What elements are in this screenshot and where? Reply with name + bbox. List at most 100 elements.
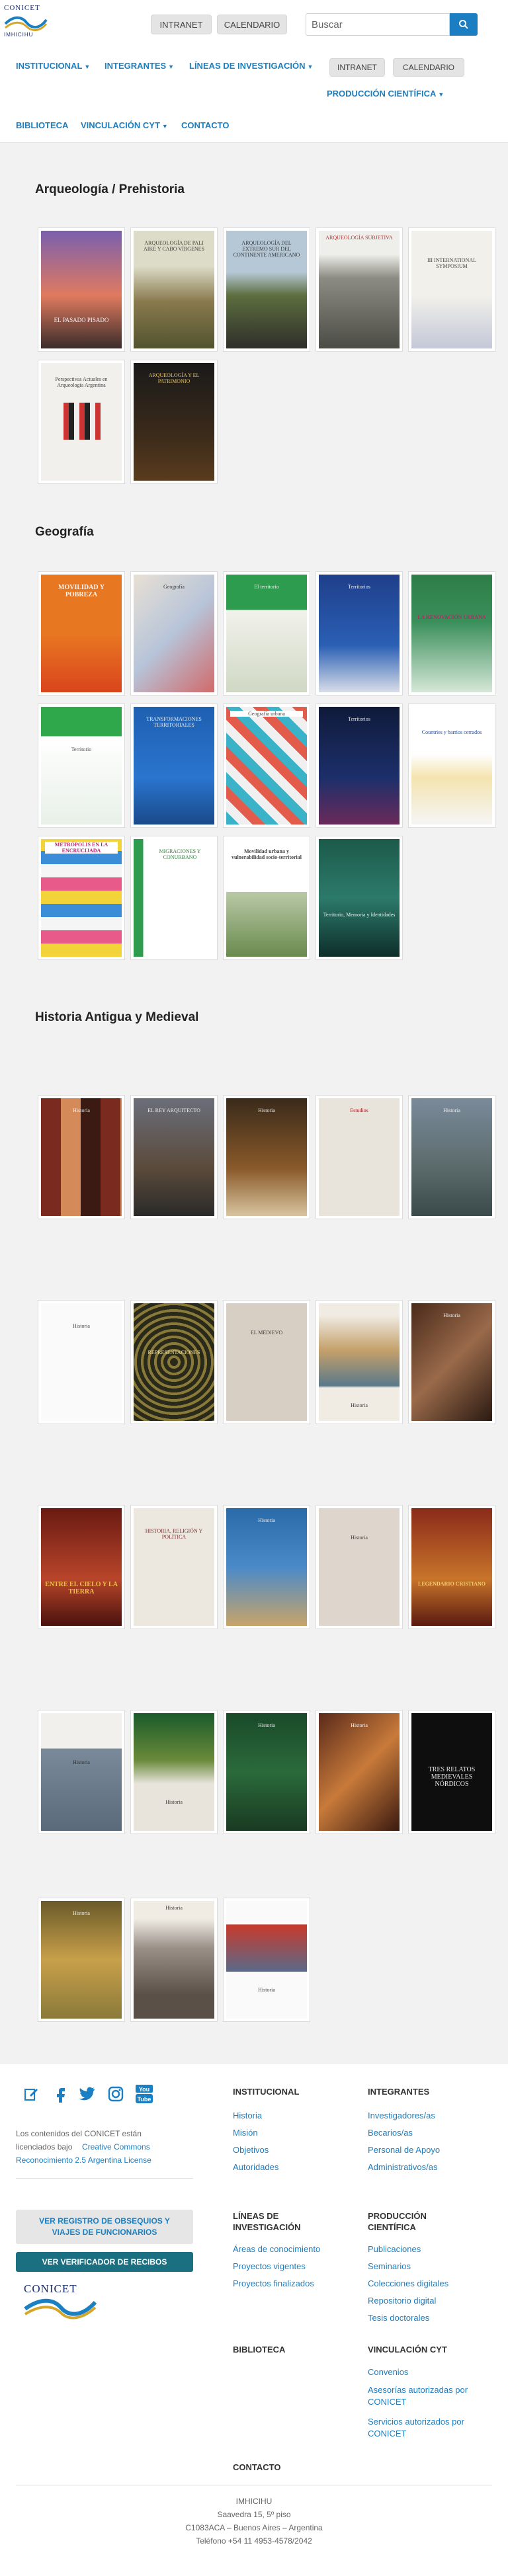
nav-intranet-button[interactable]: INTRANET: [329, 58, 385, 77]
book-card[interactable]: Movilidad urbana y vulnerabilidad socio-…: [223, 836, 310, 960]
footer-heading-contacto[interactable]: CONTACTO: [233, 2462, 280, 2472]
nav-calendario-button[interactable]: CALENDARIO: [393, 58, 464, 77]
footer-link-autoridades[interactable]: Autoridades: [233, 2162, 278, 2172]
book-card[interactable]: ARQUEOLOGÍA Y EL PATRIMONIO: [130, 360, 218, 484]
book-card[interactable]: Historia: [38, 1710, 125, 1834]
search-input[interactable]: Buscar: [306, 13, 450, 36]
book-card[interactable]: Historia: [223, 1898, 310, 2022]
nav-biblioteca[interactable]: BIBLIOTECA: [16, 120, 68, 130]
book-title: Historia: [443, 1107, 460, 1113]
footer-link-colecciones[interactable]: Colecciones digitales: [368, 2278, 448, 2288]
book-card[interactable]: REPRESENTACIONES: [130, 1300, 218, 1424]
verificador-recibos-button[interactable]: VER VERIFICADOR DE RECIBOS: [16, 2252, 193, 2272]
book-card[interactable]: Historia: [38, 1095, 125, 1219]
book-card[interactable]: EL PASADO PISADO: [38, 227, 125, 352]
book-card[interactable]: LA RENOVACIÓN URBANA: [408, 571, 495, 696]
book-card[interactable]: Historia: [38, 1300, 125, 1424]
conicet-logo[interactable]: CONICET IMHICIHU: [4, 4, 48, 44]
intranet-button[interactable]: INTRANET: [151, 15, 212, 34]
book-card[interactable]: Historia: [316, 1505, 403, 1629]
book-card[interactable]: ARQUEOLOGÍA SUBJETIVA: [316, 227, 403, 352]
book-card[interactable]: ARQUEOLOGÍA DEL EXTREMO SUR DEL CONTINEN…: [223, 227, 310, 352]
book-card[interactable]: MIGRACIONES Y CONURBANO: [130, 836, 218, 960]
footer-link-mision[interactable]: Misión: [233, 2128, 258, 2138]
footer-link-proyectos-finalizados[interactable]: Proyectos finalizados: [233, 2278, 314, 2288]
footer-link-publicaciones[interactable]: Publicaciones: [368, 2244, 421, 2254]
search-icon: [459, 20, 468, 29]
nav-lineas[interactable]: LÍNEAS DE INVESTIGACIÓN ▼: [189, 61, 313, 71]
book-card[interactable]: Territorio, Memoria y Identidades: [316, 836, 403, 960]
book-card[interactable]: HISTORIA, RELIGIÓN Y POLÍTICA: [130, 1505, 218, 1629]
book-card[interactable]: Historia: [223, 1505, 310, 1629]
book-card[interactable]: Historia: [130, 1710, 218, 1834]
footer-link-repositorio[interactable]: Repositorio digital: [368, 2296, 436, 2306]
footer-conicet-logo[interactable]: CONICET: [24, 2282, 97, 2319]
nav-integrantes[interactable]: INTEGRANTES ▼: [105, 61, 174, 71]
footer-link-areas[interactable]: Áreas de conocimiento: [233, 2244, 320, 2254]
footer-link-personal[interactable]: Personal de Apoyo: [368, 2145, 440, 2155]
book-card[interactable]: TRES RELATOS MEDIEVALES NÓRDICOS: [408, 1710, 495, 1834]
book-card[interactable]: EL MEDIEVO: [223, 1300, 310, 1424]
footer-link-objetivos[interactable]: Objetivos: [233, 2145, 269, 2155]
edit-icon[interactable]: [21, 2084, 41, 2104]
twitter-icon[interactable]: [77, 2084, 97, 2104]
footer-heading-produccion: PRODUCCIÓN CIENTÍFICA: [368, 2211, 427, 2232]
book-card[interactable]: Territorio: [38, 704, 125, 828]
book-card[interactable]: LEGENDARIO CRISTIANO: [408, 1505, 495, 1629]
book-card[interactable]: MOVILIDAD Y POBREZA: [38, 571, 125, 696]
youtube-icon[interactable]: You Tube: [134, 2084, 155, 2104]
registro-obsequios-button[interactable]: VER REGISTRO DE OBSEQUIOS Y VIAJES DE FU…: [16, 2210, 193, 2244]
footer-link-administrativos[interactable]: Administrativos/as: [368, 2162, 437, 2172]
book-card[interactable]: El territorio: [223, 571, 310, 696]
footer-link-seminarios[interactable]: Seminarios: [368, 2261, 411, 2271]
book-title: LEGENDARIO CRISTIANO: [417, 1581, 486, 1587]
book-card[interactable]: Historia: [223, 1710, 310, 1834]
book-card[interactable]: Geografía: [130, 571, 218, 696]
book-card[interactable]: ENTRE EL CIELO Y LA TIERRA: [38, 1505, 125, 1629]
book-title: REPRESENTACIONES: [148, 1349, 200, 1355]
book-title: MIGRACIONES Y CONURBANO: [159, 848, 201, 860]
search-button[interactable]: [450, 13, 478, 36]
book-card[interactable]: Historia: [408, 1095, 495, 1219]
license-link-cc[interactable]: Creative Commons: [82, 2142, 150, 2152]
book-card[interactable]: Countries y barrios cerrados: [408, 704, 495, 828]
book-card[interactable]: Historia: [316, 1710, 403, 1834]
nav-institucional[interactable]: INSTITUCIONAL ▼: [16, 61, 90, 71]
book-card[interactable]: EL REY ARQUITECTO: [130, 1095, 218, 1219]
book-card[interactable]: ARQUEOLOGÍA DE PALI AIKE Y CABO VÍRGENES: [130, 227, 218, 352]
footer-link-historia[interactable]: Historia: [233, 2111, 262, 2120]
footer-heading-lineas: LÍNEAS DE INVESTIGACIÓN: [233, 2211, 301, 2232]
license-link-reconocimiento[interactable]: Reconocimiento 2.5 Argentina License: [16, 2155, 151, 2165]
instagram-icon[interactable]: [106, 2084, 126, 2104]
caret-down-icon: ▼: [438, 91, 444, 98]
footer-link-proyectos-vigentes[interactable]: Proyectos vigentes: [233, 2261, 306, 2271]
book-card[interactable]: Estudios: [316, 1095, 403, 1219]
nav-contacto[interactable]: CONTACTO: [181, 120, 229, 130]
book-cover: EL PASADO PISADO: [41, 231, 122, 348]
footer-link-investigadores[interactable]: Investigadores/as: [368, 2111, 435, 2120]
book-card[interactable]: Historia: [130, 1898, 218, 2022]
book-title: TRANSFORMACIONES TERRITORIALES: [146, 716, 202, 728]
book-card[interactable]: Territorios: [316, 704, 403, 828]
book-card[interactable]: Historia: [408, 1300, 495, 1424]
footer-link-becarios[interactable]: Becarios/as: [368, 2128, 413, 2138]
book-card[interactable]: Geografía urbana: [223, 704, 310, 828]
book-card[interactable]: Perspectivas Actuales en Arqueología Arg…: [38, 360, 125, 484]
caret-down-icon: ▼: [168, 63, 175, 70]
book-card[interactable]: Historia: [38, 1898, 125, 2022]
footer-link-servicios[interactable]: Servicios autorizados por CONICET: [368, 2416, 487, 2440]
book-card[interactable]: Historia: [316, 1300, 403, 1424]
book-card[interactable]: METRÓPOLIS EN LA ENCRUCIJADA: [38, 836, 125, 960]
calendario-button[interactable]: CALENDARIO: [217, 15, 287, 34]
book-card[interactable]: Territorios: [316, 571, 403, 696]
book-card[interactable]: III INTERNATIONAL SYMPOSIUM: [408, 227, 495, 352]
footer-link-asesorias[interactable]: Asesorías autorizadas por CONICET: [368, 2384, 487, 2408]
nav-vinculacion[interactable]: VINCULACIÓN CYT ▼: [81, 120, 168, 130]
nav-produccion[interactable]: PRODUCCIÓN CIENTÍFICA ▼: [327, 89, 444, 99]
book-card[interactable]: Historia: [223, 1095, 310, 1219]
footer-link-tesis[interactable]: Tesis doctorales: [368, 2313, 429, 2323]
book-card[interactable]: TRANSFORMACIONES TERRITORIALES: [130, 704, 218, 828]
facebook-icon[interactable]: [50, 2084, 70, 2104]
footer-heading-biblioteca[interactable]: BIBLIOTECA: [233, 2345, 285, 2355]
footer-link-convenios[interactable]: Convenios: [368, 2367, 408, 2377]
